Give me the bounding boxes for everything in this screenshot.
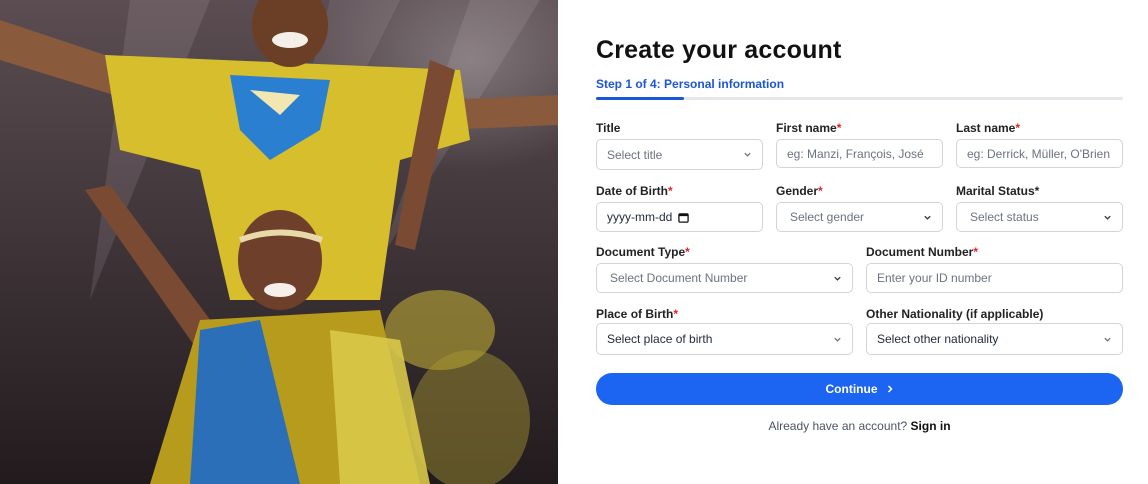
marital-status-select[interactable]: Select status [956,202,1123,232]
chevron-right-icon [887,385,893,393]
calendar-icon[interactable] [678,212,690,223]
chevron-down-icon [1104,215,1111,220]
chevron-down-icon [744,152,751,157]
document-type-value: Select Document Number [610,271,748,285]
other-nationality-label: Other Nationality (if applicable) [866,307,1044,321]
last-name-placeholder: eg: Derrick, Müller, O'Brien [967,146,1110,161]
marital-status-label: Marital Status* [956,184,1040,198]
place-of-birth-value: Select place of birth [607,332,713,346]
place-of-birth-label: Place of Birth* [596,307,679,321]
place-of-birth-select[interactable]: Select place of birth [596,323,853,355]
title-label: Title [596,121,621,135]
dob-placeholder: yyyy-mm-dd [607,210,673,224]
document-number-label: Document Number* [866,245,979,259]
title-select[interactable]: Select title [596,139,763,170]
dancers-illustration [0,0,558,484]
document-number-placeholder: Enter your ID number [877,271,992,285]
document-type-select[interactable]: Select Document Number [596,263,853,293]
title-select-value: Select title [607,147,663,162]
page-title: Create your account [596,36,842,64]
progress-fill [596,97,684,100]
chevron-down-icon [834,276,841,281]
gender-select-value: Select gender [790,210,865,224]
chevron-down-icon [924,215,931,220]
document-number-input[interactable]: Enter your ID number [866,263,1123,293]
dob-input[interactable]: yyyy-mm-dd [596,202,763,232]
first-name-placeholder: eg: Manzi, François, José [787,146,924,161]
marital-status-value: Select status [970,210,1039,224]
progress-bar [596,97,1123,100]
last-name-label: Last name* [956,121,1021,135]
continue-button[interactable]: Continue [596,373,1123,405]
chevron-down-icon [1104,337,1111,342]
step-indicator: Step 1 of 4: Personal information [596,77,785,91]
continue-label: Continue [825,382,878,396]
signin-prompt: Already have an account? [768,419,908,433]
gender-select[interactable]: Select gender [776,202,943,232]
first-name-input[interactable]: eg: Manzi, François, José [776,139,943,168]
dob-label: Date of Birth* [596,184,673,198]
gender-label: Gender* [776,184,823,198]
other-nationality-select[interactable]: Select other nationality [866,323,1123,355]
chevron-down-icon [834,337,841,342]
document-type-label: Document Type* [596,245,690,259]
signin-row: Already have an account? Sign in [596,419,1123,433]
signin-link[interactable]: Sign in [911,419,951,433]
hero-photo [0,0,558,484]
first-name-label: First name* [776,121,842,135]
other-nationality-value: Select other nationality [877,332,999,346]
signup-form: Create your account Step 1 of 4: Persona… [596,0,1123,484]
last-name-input[interactable]: eg: Derrick, Müller, O'Brien [956,139,1123,168]
